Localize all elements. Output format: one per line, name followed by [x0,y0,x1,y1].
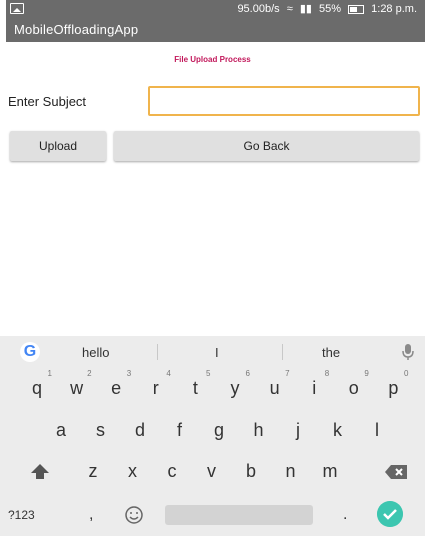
suggestion-bar: G hello I the [0,336,425,368]
key-letter: q [31,378,42,398]
key-k[interactable]: k [323,420,353,441]
key-number-hint: 5 [205,369,211,378]
suggestion-divider [157,344,158,360]
key-i[interactable]: i8 [299,369,329,399]
key-number-hint: 7 [285,369,290,378]
shift-icon[interactable] [30,463,50,481]
key-j[interactable]: j [283,420,313,441]
key-l[interactable]: l [362,420,392,441]
key-number-hint: 4 [166,369,171,378]
key-w[interactable]: w2 [62,369,92,399]
key-letter: i [312,378,317,398]
space-bar[interactable] [165,505,313,525]
key-o[interactable]: o9 [339,369,369,399]
google-g-icon[interactable]: G [20,342,40,362]
upload-button[interactable]: Upload [10,131,106,161]
key-p[interactable]: p0 [378,369,408,399]
key-z[interactable]: z [78,461,108,482]
key-number-hint: 2 [87,369,92,378]
status-indicators: 95.00b/s ≈ ▮▮ 55% 1:28 p.m. [233,2,417,15]
gallery-icon [10,3,24,14]
key-letter: o [348,378,359,398]
backspace-icon[interactable] [384,464,408,480]
key-g[interactable]: g [204,420,234,441]
go-back-button[interactable]: Go Back [114,131,419,161]
mic-icon[interactable] [401,343,415,361]
symbols-key[interactable]: ?123 [8,508,35,522]
battery-percent: 55% [318,3,342,15]
wifi-icon: ≈ [286,3,293,15]
subject-label: Enter Subject [8,94,87,109]
battery-icon [348,4,365,14]
signal-icon: ▮▮ [299,3,312,15]
app-title: MobileOffloadingApp [14,22,139,37]
suggestion-i[interactable]: I [215,345,219,360]
key-letter: t [192,378,198,398]
key-d[interactable]: d [125,420,155,441]
key-number-hint: 3 [126,369,132,378]
emoji-icon[interactable] [124,505,144,525]
key-number-hint: 1 [47,369,52,378]
subject-input[interactable] [148,86,420,116]
key-letter: p [388,378,399,398]
suggestion-the[interactable]: the [322,345,340,360]
key-s[interactable]: s [86,420,116,441]
suggestion-divider [282,344,283,360]
key-x[interactable]: x [118,461,148,482]
key-letter: r [152,378,159,398]
key-f[interactable]: f [165,420,195,441]
key-letter: e [111,378,122,398]
key-letter: y [230,378,240,398]
key-y[interactable]: y6 [220,369,251,399]
key-t[interactable]: t5 [180,369,211,399]
key-number-hint: 8 [324,369,330,378]
status-bar: 95.00b/s ≈ ▮▮ 55% 1:28 p.m. MobileOffloa… [6,0,425,42]
key-m[interactable]: m [315,461,345,482]
key-u[interactable]: u7 [260,369,290,399]
page-heading: File Upload Process [174,55,251,64]
enter-check-icon[interactable] [377,501,403,527]
key-n[interactable]: n [276,461,306,482]
key-letter: w [70,378,84,398]
key-v[interactable]: v [197,461,227,482]
network-speed: 95.00b/s [237,3,280,15]
key-number-hint: 9 [364,369,369,378]
key-number-hint: 6 [245,369,250,378]
key-letter: u [269,378,280,398]
key-b[interactable]: b [236,461,266,482]
key-c[interactable]: c [157,461,187,482]
clock: 1:28 p.m. [371,3,417,15]
key-r[interactable]: r4 [141,369,171,399]
key-q[interactable]: q1 [22,369,52,399]
comma-key[interactable]: , [89,506,93,524]
key-a[interactable]: a [46,420,76,441]
period-key[interactable]: . [343,506,347,524]
suggestion-hello[interactable]: hello [82,345,109,360]
soft-keyboard: G hello I the q1w2e3r4t5y6u7i8o9p0 asdfg… [0,336,425,536]
key-h[interactable]: h [244,420,274,441]
key-number-hint: 0 [403,369,409,378]
key-e[interactable]: e3 [101,369,131,399]
